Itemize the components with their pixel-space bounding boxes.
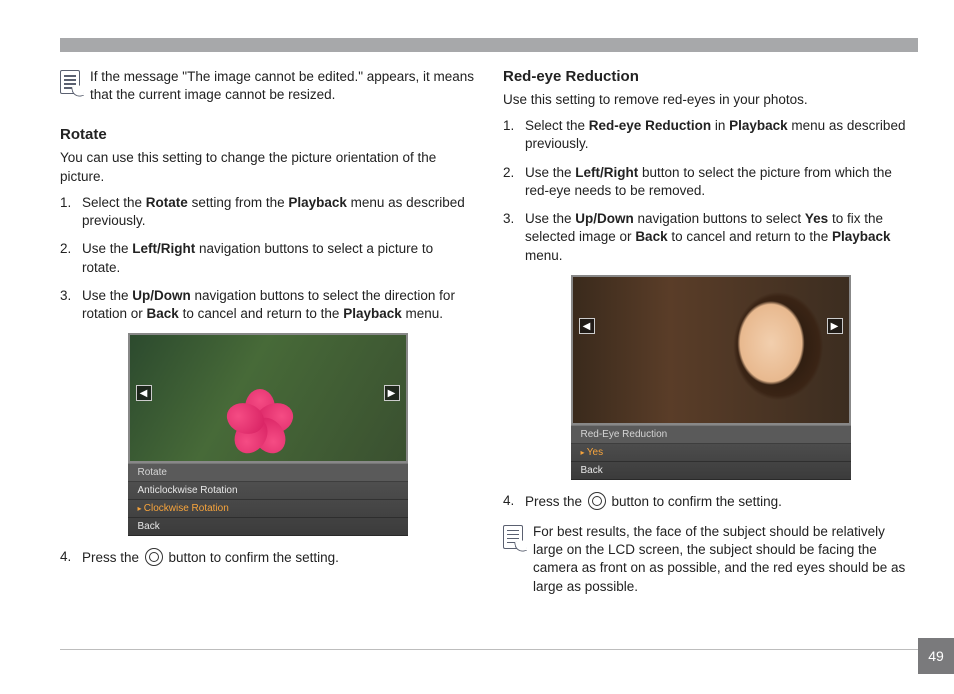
step-3: 3. Use the Up/Down navigation buttons to…	[503, 210, 918, 265]
menu-item[interactable]: Back	[128, 518, 408, 536]
redeye-steps-cont: 4. Press the button to confirm the setti…	[503, 492, 918, 511]
step-4: 4. Press the button to confirm the setti…	[503, 492, 918, 511]
menu-item[interactable]: Anticlockwise Rotation	[128, 482, 408, 500]
menu-item-selected[interactable]: Clockwise Rotation	[128, 500, 408, 518]
step-text: Use the Left/Right button to select the …	[525, 164, 918, 200]
content-columns: If the message "The image cannot be edit…	[60, 68, 918, 618]
header-bar	[60, 38, 918, 52]
nav-left-icon[interactable]: ◀	[136, 385, 152, 401]
redeye-menu: Red-Eye Reduction Yes Back	[571, 425, 851, 480]
func-ok-icon	[145, 548, 163, 566]
step-num: 4.	[503, 492, 519, 511]
step-text: Use the Left/Right navigation buttons to…	[82, 240, 475, 276]
step-num: 2.	[60, 240, 76, 276]
step-text: Press the button to confirm the setting.	[82, 548, 339, 567]
note-box: For best results, the face of the subjec…	[503, 523, 918, 604]
rotate-steps-cont: 4. Press the button to confirm the setti…	[60, 548, 475, 567]
step-2: 2. Use the Left/Right button to select t…	[503, 164, 918, 200]
step-num: 4.	[60, 548, 76, 567]
step-text: Press the button to confirm the setting.	[525, 492, 782, 511]
menu-item-selected[interactable]: Yes	[571, 444, 851, 462]
step-2: 2. Use the Left/Right navigation buttons…	[60, 240, 475, 276]
step-text: Use the Up/Down navigation buttons to se…	[525, 210, 918, 265]
step-text: Use the Up/Down navigation buttons to se…	[82, 287, 475, 323]
note-text: If the message "The image cannot be edit…	[90, 68, 475, 104]
step-1: 1. Select the Rotate setting from the Pl…	[60, 194, 475, 230]
left-column: If the message "The image cannot be edit…	[60, 68, 475, 618]
rotate-photo: ◀ ▶	[128, 333, 408, 463]
redeye-heading: Red-eye Reduction	[503, 68, 918, 85]
step-num: 1.	[503, 117, 519, 153]
footer-rule	[60, 649, 918, 650]
redeye-figure: ◀ ▶ Red-Eye Reduction Yes Back	[571, 275, 851, 480]
func-ok-icon	[588, 492, 606, 510]
note-icon	[60, 70, 80, 94]
note-text: For best results, the face of the subjec…	[533, 523, 918, 596]
step-num: 1.	[60, 194, 76, 230]
menu-item[interactable]: Back	[571, 462, 851, 480]
redeye-intro: Use this setting to remove red-eyes in y…	[503, 91, 918, 109]
redeye-photo: ◀ ▶	[571, 275, 851, 425]
rotate-figure: ◀ ▶ Rotate Anticlockwise Rotation Clockw…	[128, 333, 408, 536]
note-icon	[503, 525, 523, 549]
redeye-steps: 1. Select the Red-eye Reduction in Playb…	[503, 117, 918, 265]
menu-header: Red-Eye Reduction	[571, 426, 851, 444]
rotate-intro: You can use this setting to change the p…	[60, 149, 475, 185]
nav-right-icon[interactable]: ▶	[384, 385, 400, 401]
step-text: Select the Red-eye Reduction in Playback…	[525, 117, 918, 153]
step-num: 2.	[503, 164, 519, 200]
nav-right-icon[interactable]: ▶	[827, 318, 843, 334]
flower-illustration	[225, 373, 295, 443]
rotate-menu: Rotate Anticlockwise Rotation Clockwise …	[128, 463, 408, 536]
right-column: Red-eye Reduction Use this setting to re…	[503, 68, 918, 618]
step-1: 1. Select the Red-eye Reduction in Playb…	[503, 117, 918, 153]
nav-left-icon[interactable]: ◀	[579, 318, 595, 334]
step-num: 3.	[60, 287, 76, 323]
step-num: 3.	[503, 210, 519, 265]
step-text: Select the Rotate setting from the Playb…	[82, 194, 475, 230]
rotate-steps: 1. Select the Rotate setting from the Pl…	[60, 194, 475, 323]
note-box: If the message "The image cannot be edit…	[60, 68, 475, 112]
page-number: 49	[918, 638, 954, 674]
menu-header: Rotate	[128, 464, 408, 482]
rotate-heading: Rotate	[60, 126, 475, 143]
step-4: 4. Press the button to confirm the setti…	[60, 548, 475, 567]
face-illustration	[721, 295, 821, 415]
step-3: 3. Use the Up/Down navigation buttons to…	[60, 287, 475, 323]
